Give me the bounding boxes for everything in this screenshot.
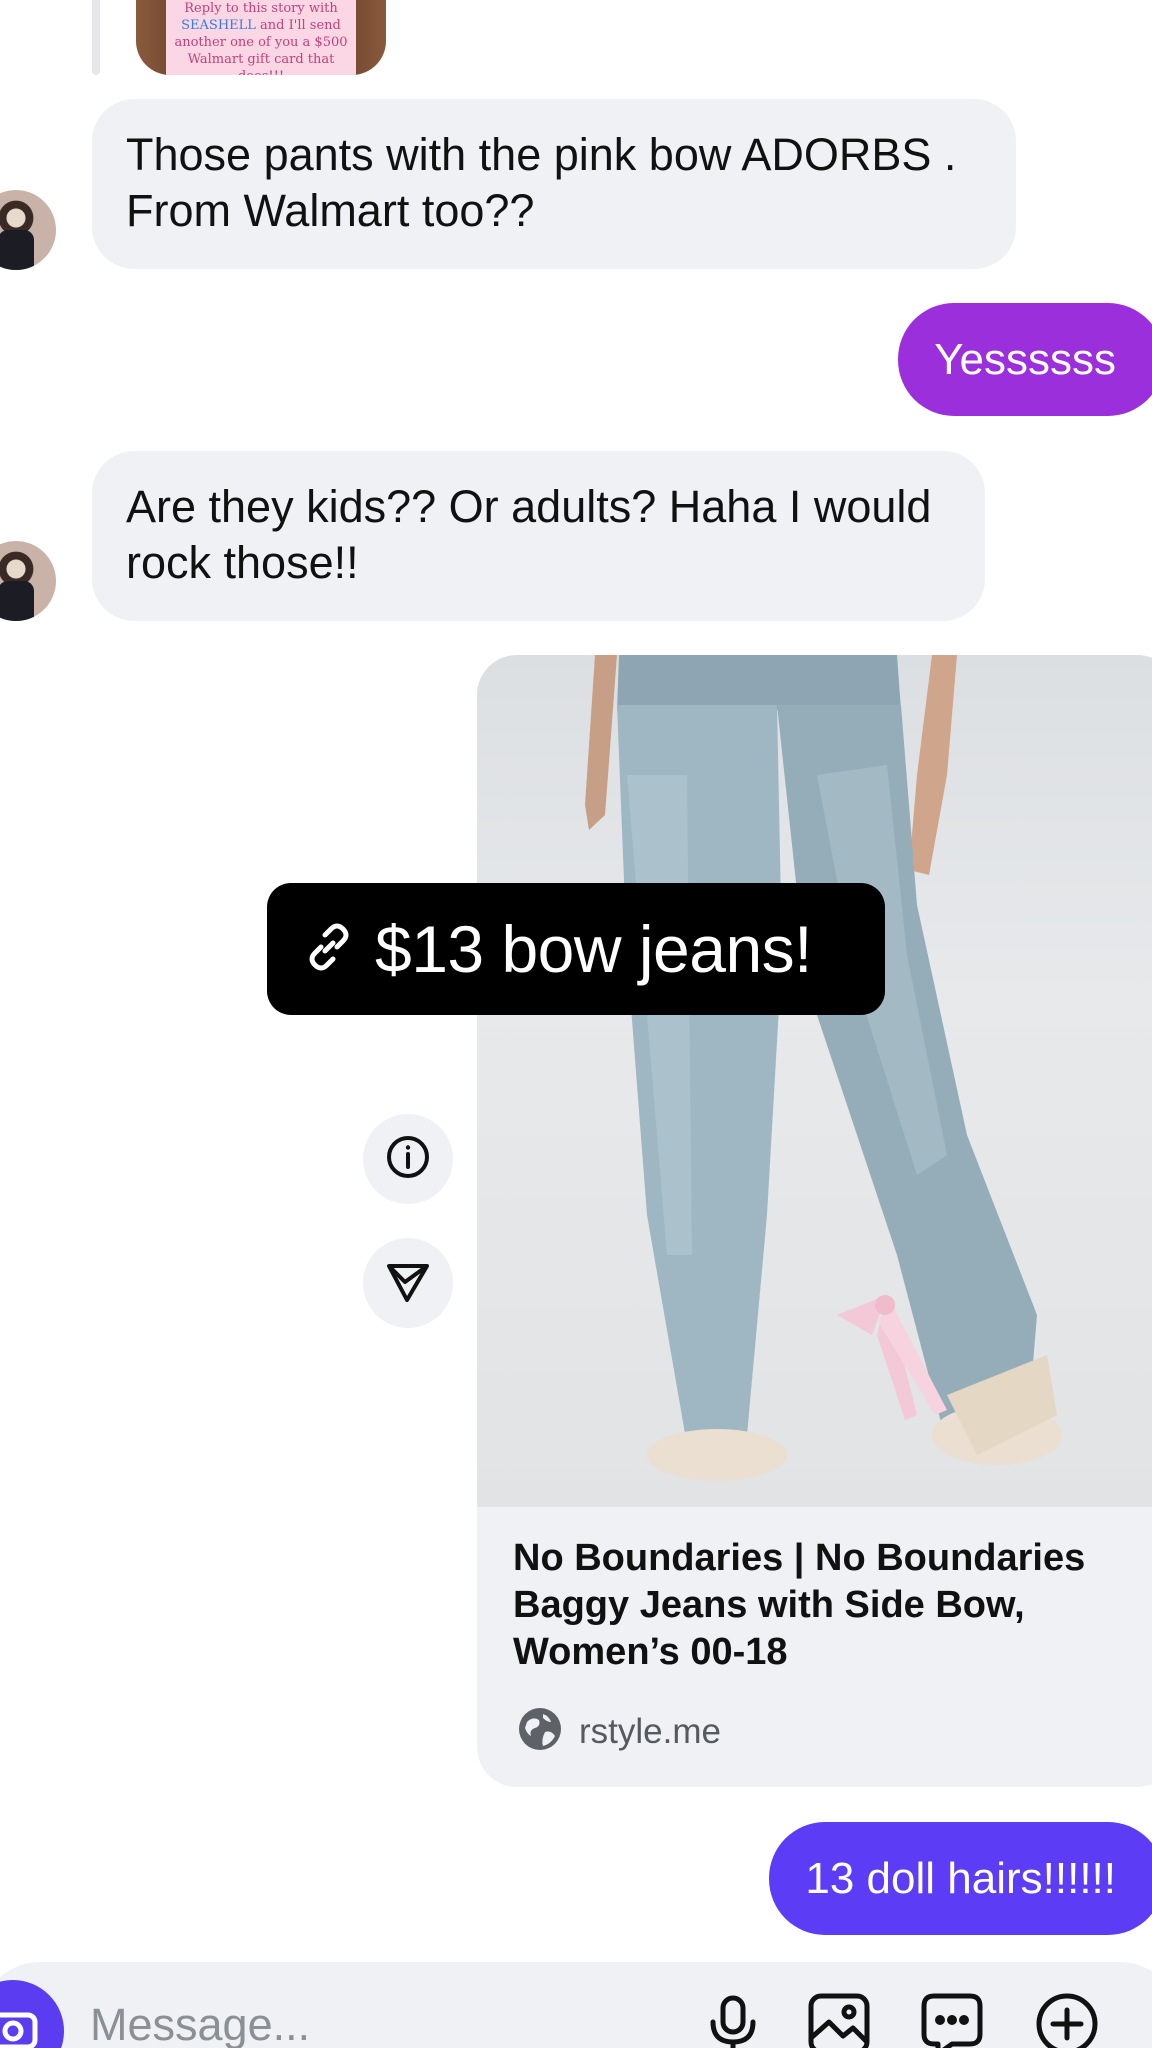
- story-reply-line4: Walmart gift card that does!!!: [187, 52, 335, 75]
- story-reply-line2: SEASHELL and I'll send: [166, 17, 356, 34]
- chat-screen: Reply to this story with SEASHELL and I'…: [0, 0, 1152, 2048]
- story-reply-card: Reply to this story with SEASHELL and I'…: [166, 0, 356, 75]
- link-preview-image[interactable]: [477, 655, 1152, 1507]
- incoming-message-bubble[interactable]: Are they kids?? Or adults? Haha I would …: [92, 451, 985, 621]
- link-preview-domain-row: rstyle.me: [517, 1706, 1133, 1757]
- link-preview-card[interactable]: No Boundaries | No Boundaries Baggy Jean…: [477, 655, 1152, 1787]
- microphone-button[interactable]: [697, 1990, 769, 2048]
- sticker-button[interactable]: [916, 1990, 988, 2048]
- more-options-button[interactable]: [1031, 1990, 1103, 2048]
- message-text: Yessssss: [934, 334, 1116, 384]
- message-text: Are they kids?? Or adults? Haha I would …: [126, 481, 932, 588]
- story-reply-line1: Reply to this story with: [184, 1, 338, 16]
- outgoing-message-bubble[interactable]: Yessssss: [898, 303, 1152, 416]
- share-message-button[interactable]: [363, 1238, 453, 1328]
- story-reply-indicator: [92, 0, 100, 75]
- camera-icon: [0, 2001, 41, 2048]
- link-icon: [301, 919, 357, 980]
- image-icon: [807, 1992, 871, 2048]
- message-text: 13 doll hairs!!!!!!: [805, 1853, 1116, 1903]
- story-reply-line3: another one of you a $500: [174, 35, 348, 50]
- send-icon: [385, 1258, 431, 1309]
- link-preview-domain: rstyle.me: [579, 1711, 721, 1751]
- info-icon: [385, 1134, 431, 1185]
- microphone-icon: [705, 1994, 761, 2048]
- message-text: Those pants with the pink bow ADORBS . F…: [126, 129, 957, 236]
- link-sticker[interactable]: $13 bow jeans!: [267, 883, 885, 1015]
- incoming-message-bubble[interactable]: Those pants with the pink bow ADORBS . F…: [92, 99, 1016, 269]
- jeans-photo: [585, 655, 1062, 1481]
- message-input[interactable]: [90, 1990, 650, 2048]
- globe-icon: [517, 1706, 563, 1757]
- outgoing-message-bubble[interactable]: 13 doll hairs!!!!!!: [769, 1822, 1152, 1935]
- link-preview-details: No Boundaries | No Boundaries Baggy Jean…: [513, 1535, 1133, 1757]
- gallery-button[interactable]: [803, 1990, 875, 2048]
- story-reply-thumbnail[interactable]: Reply to this story with SEASHELL and I'…: [136, 0, 386, 75]
- link-preview-title[interactable]: No Boundaries | No Boundaries Baggy Jean…: [513, 1535, 1133, 1676]
- message-info-button[interactable]: [363, 1114, 453, 1204]
- sticker-icon: [920, 1992, 984, 2048]
- plus-icon: [1035, 1992, 1099, 2048]
- link-sticker-label: $13 bow jeans!: [375, 912, 813, 986]
- sender-avatar[interactable]: [0, 190, 56, 270]
- sender-avatar[interactable]: [0, 541, 56, 621]
- story-reply-highlight: SEASHELL: [181, 18, 256, 33]
- story-reply-line2-rest: and I'll send: [255, 18, 341, 33]
